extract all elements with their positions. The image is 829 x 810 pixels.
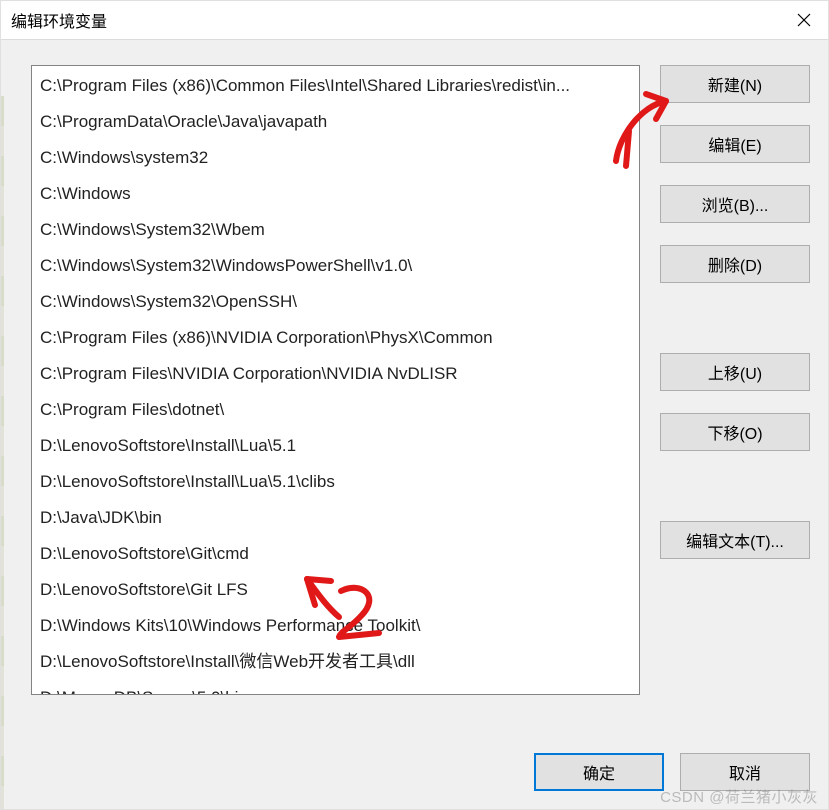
dialog-footer: 确定 取消 (31, 727, 810, 791)
list-item[interactable]: D:\LenovoSoftstore\Git LFS (32, 572, 639, 608)
close-button[interactable] (780, 1, 828, 39)
list-item[interactable]: C:\Windows\System32\Wbem (32, 212, 639, 248)
delete-button[interactable]: 删除(D) (660, 245, 810, 283)
dialog-content: C:\Program Files (x86)\Common Files\Inte… (1, 39, 828, 809)
window-title: 编辑环境变量 (1, 8, 780, 32)
list-item[interactable]: D:\LenovoSoftstore\Git\cmd (32, 536, 639, 572)
close-icon (797, 13, 811, 27)
edit-button[interactable]: 编辑(E) (660, 125, 810, 163)
path-listbox[interactable]: C:\Program Files (x86)\Common Files\Inte… (31, 65, 640, 695)
list-item[interactable]: C:\Windows\System32\OpenSSH\ (32, 284, 639, 320)
titlebar: 编辑环境变量 (1, 1, 828, 40)
move-down-button[interactable]: 下移(O) (660, 413, 810, 451)
list-item[interactable]: D:\LenovoSoftstore\Install\Lua\5.1\clibs (32, 464, 639, 500)
list-item[interactable]: D:\LenovoSoftstore\Install\微信Web开发者工具\dl… (32, 644, 639, 680)
list-item[interactable]: D:\LenovoSoftstore\Install\Lua\5.1 (32, 428, 639, 464)
move-up-button[interactable]: 上移(U) (660, 353, 810, 391)
list-item[interactable]: C:\Windows\system32 (32, 140, 639, 176)
ok-button[interactable]: 确定 (534, 753, 664, 791)
list-item[interactable]: C:\Windows\System32\WindowsPowerShell\v1… (32, 248, 639, 284)
list-item[interactable]: C:\Program Files (x86)\NVIDIA Corporatio… (32, 320, 639, 356)
list-item[interactable]: D:\Windows Kits\10\Windows Performance T… (32, 608, 639, 644)
list-item[interactable]: D:\MongoDB\Server\5.0\bin (32, 680, 639, 695)
edit-text-button[interactable]: 编辑文本(T)... (660, 521, 810, 559)
list-item[interactable]: C:\Windows (32, 176, 639, 212)
side-button-column: 新建(N) 编辑(E) 浏览(B)... 删除(D) 上移(U) 下移(O) 编… (660, 65, 810, 727)
cancel-button[interactable]: 取消 (680, 753, 810, 791)
list-item[interactable]: C:\ProgramData\Oracle\Java\javapath (32, 104, 639, 140)
list-item[interactable]: C:\Program Files (x86)\Common Files\Inte… (32, 68, 639, 104)
list-item[interactable]: D:\Java\JDK\bin (32, 500, 639, 536)
list-item[interactable]: C:\Program Files\dotnet\ (32, 392, 639, 428)
dialog-window: 编辑环境变量 C:\Program Files (x86)\Common Fil… (0, 0, 829, 810)
list-item[interactable]: C:\Program Files\NVIDIA Corporation\NVID… (32, 356, 639, 392)
new-button[interactable]: 新建(N) (660, 65, 810, 103)
browse-button[interactable]: 浏览(B)... (660, 185, 810, 223)
